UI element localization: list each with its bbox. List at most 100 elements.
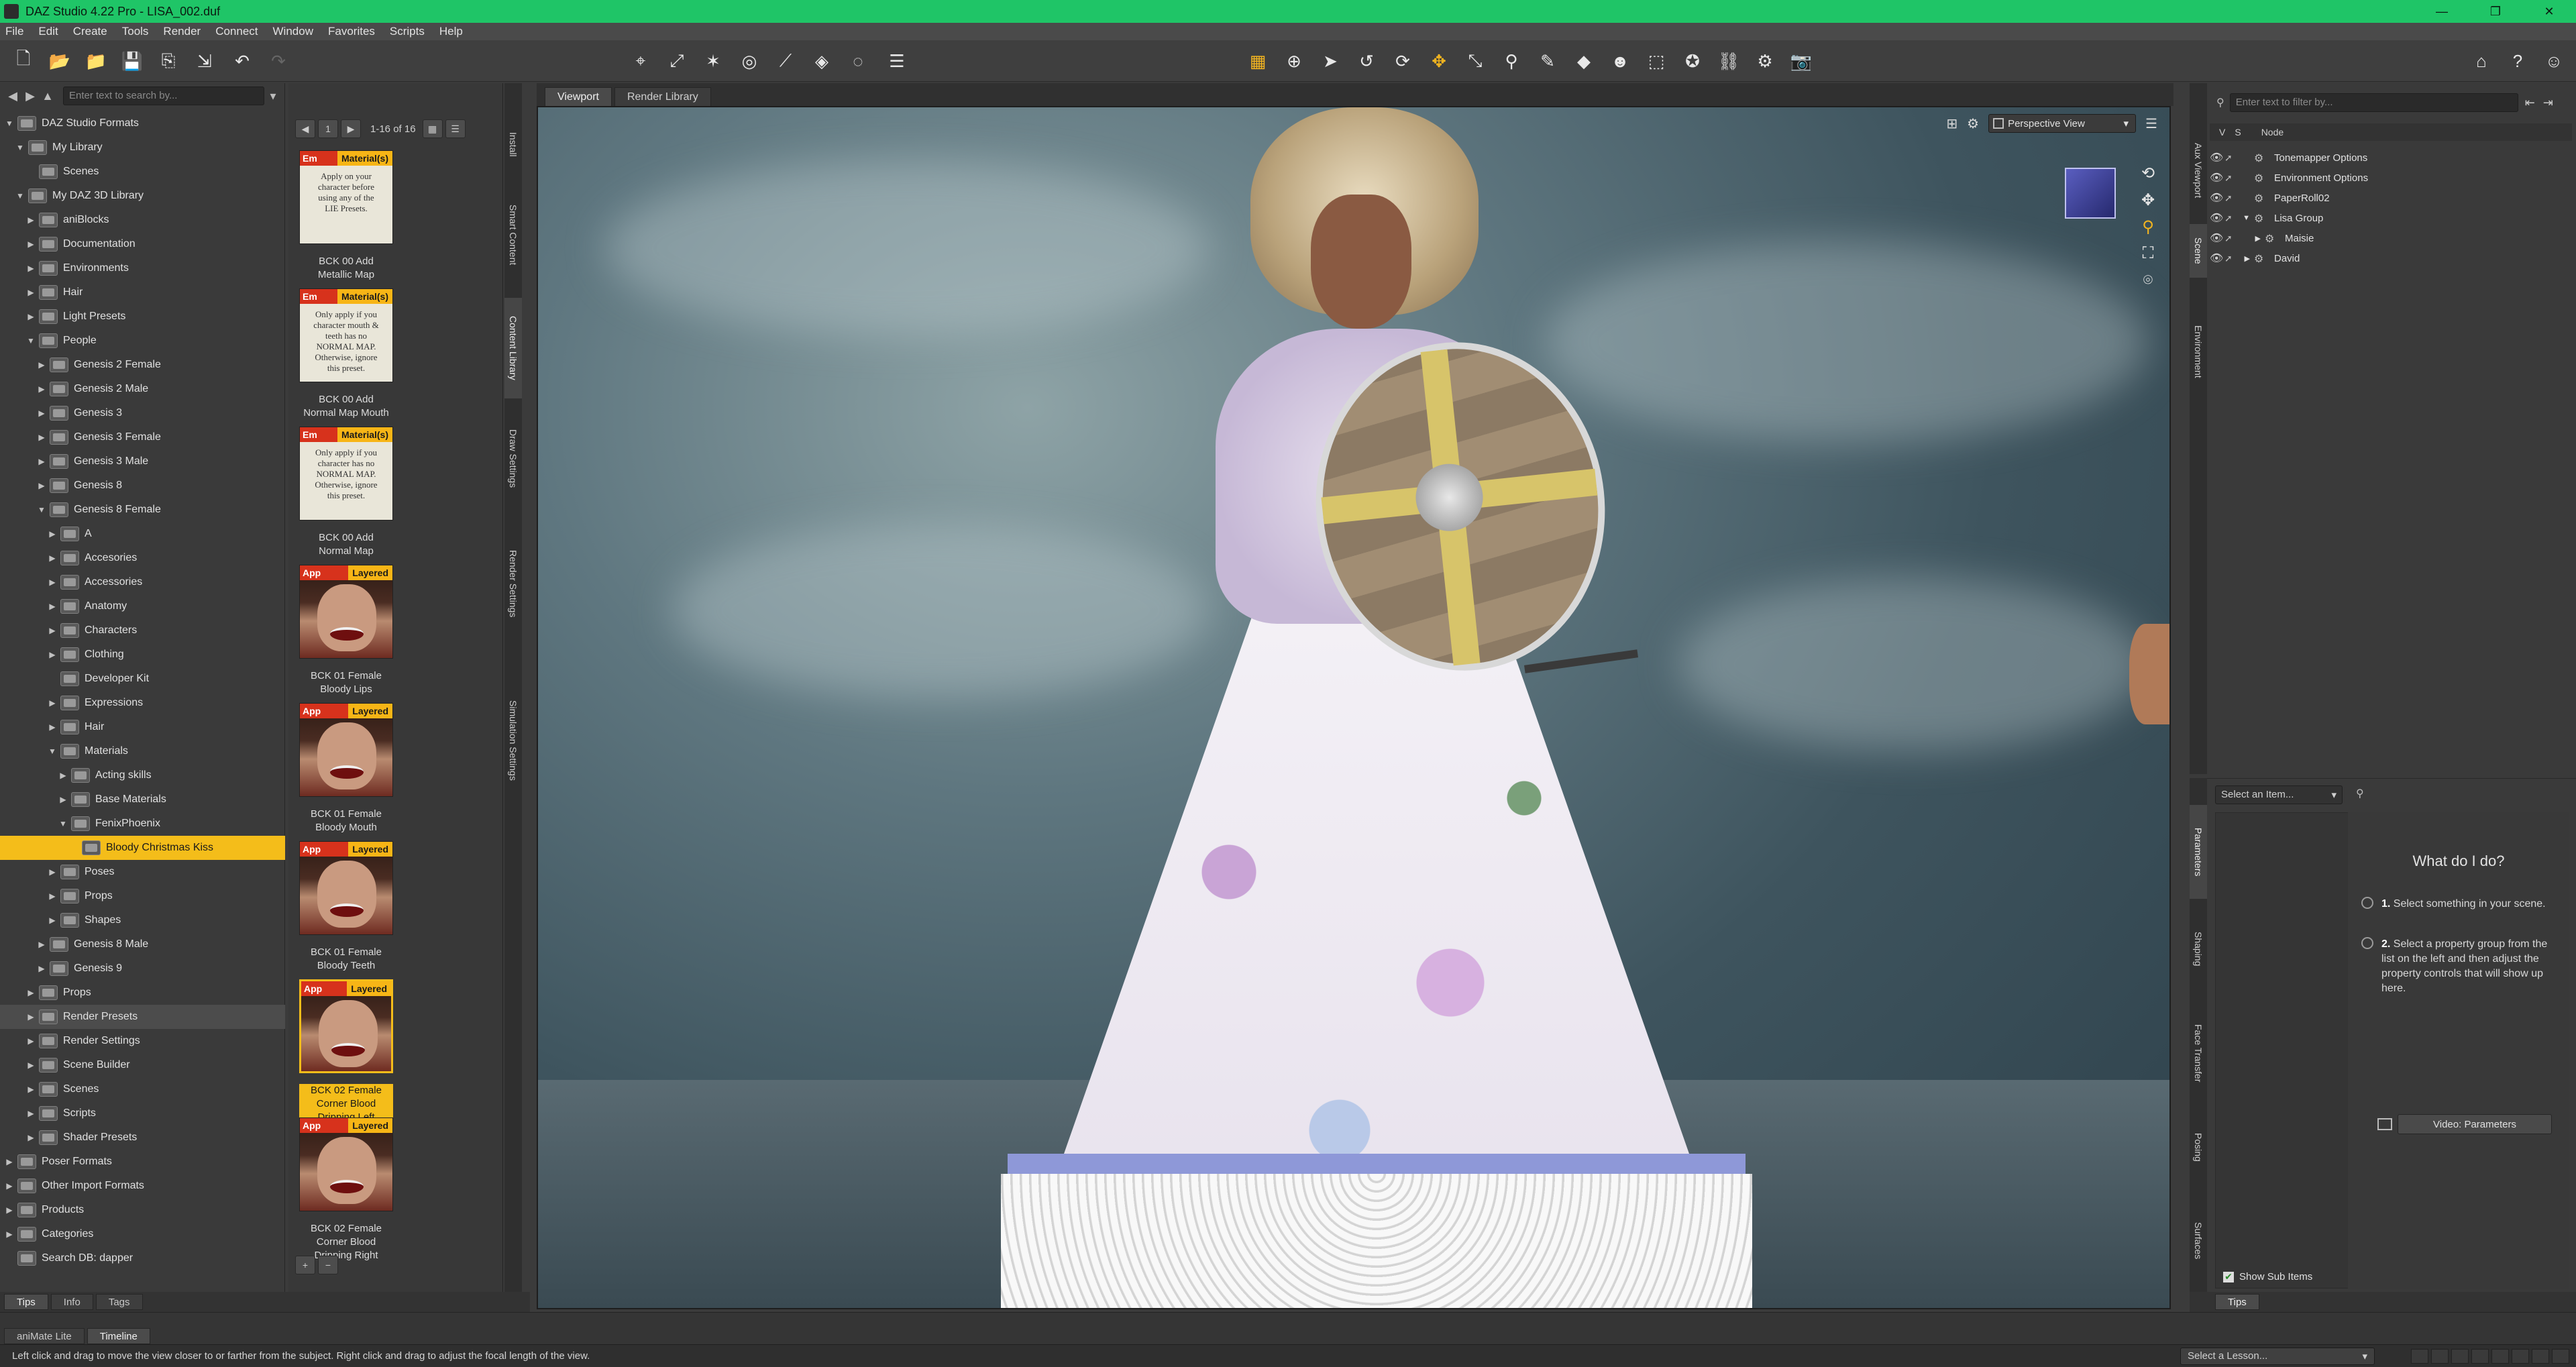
light-tool-icon[interactable]: ✪ bbox=[1681, 50, 1704, 72]
collapsed-arrow-icon[interactable]: ▶ bbox=[2239, 234, 2261, 243]
collapsed-arrow-icon[interactable]: ▶ bbox=[36, 384, 47, 394]
tree-item[interactable]: ▼ Genesis 8 Female bbox=[0, 498, 285, 522]
3d-viewport[interactable]: ⊞ ⚙ Perspective View ▾ ☰ ⟲ ✥ ⚲ ⛶ ⌾ bbox=[537, 106, 2171, 1309]
minimize-button[interactable]: — bbox=[2415, 0, 2469, 23]
figure-tool-icon[interactable]: ⚲ bbox=[1500, 50, 1523, 72]
selectable-arrow-icon[interactable]: ➚ bbox=[2224, 233, 2239, 244]
search-icon[interactable]: ⚲ bbox=[2356, 787, 2364, 800]
collapsed-arrow-icon[interactable]: ▶ bbox=[36, 433, 47, 442]
scale-tool-icon[interactable]: ⤡ bbox=[1464, 50, 1487, 72]
menu-item-create[interactable]: Create bbox=[73, 25, 107, 38]
scene-node[interactable]: 👁 ➚ ⚙ Environment Options bbox=[2210, 168, 2368, 188]
tree-item[interactable]: ▶ Hair bbox=[0, 280, 285, 305]
orbit-camera-icon[interactable]: ⟲ bbox=[2136, 161, 2160, 185]
content-thumbnail[interactable]: App Layered BCK 01 Female Bloody Lips bbox=[299, 565, 393, 696]
lesson-step-button[interactable] bbox=[2512, 1349, 2529, 1364]
collapsed-arrow-icon[interactable]: ▶ bbox=[47, 867, 58, 877]
redo-icon[interactable]: ↷ bbox=[267, 50, 290, 72]
content-thumbnail[interactable]: AppLayeredBCK 02 FemaleCorner BloodDripp… bbox=[299, 979, 393, 1124]
collapsed-arrow-icon[interactable]: ▶ bbox=[25, 988, 36, 997]
expanded-arrow-icon[interactable]: ▼ bbox=[4, 119, 15, 128]
visibility-eye-icon[interactable]: 👁 bbox=[2210, 231, 2224, 245]
tree-item[interactable]: ▶ Props bbox=[0, 884, 285, 908]
spot-render-icon[interactable]: ⤢ bbox=[665, 50, 688, 72]
property-group-list[interactable] bbox=[2215, 812, 2349, 1289]
tree-item[interactable]: ▶ Base Materials bbox=[0, 787, 285, 812]
collapsed-arrow-icon[interactable]: ▶ bbox=[47, 578, 58, 587]
lesson-step-button[interactable] bbox=[2552, 1349, 2569, 1364]
tree-item[interactable]: ▼ People bbox=[0, 329, 285, 353]
collapsed-arrow-icon[interactable]: ▶ bbox=[36, 408, 47, 418]
tree-item[interactable]: ▶ Light Presets bbox=[0, 305, 285, 329]
tree-item[interactable]: ▶ A bbox=[0, 522, 285, 546]
save-icon[interactable]: 💾 bbox=[121, 50, 144, 72]
surface-tool-icon[interactable]: ✎ bbox=[1536, 50, 1559, 72]
tree-item[interactable]: ▶ Clothing bbox=[0, 643, 285, 667]
active-pose-icon[interactable]: ↺ bbox=[1355, 50, 1378, 72]
collapsed-arrow-icon[interactable]: ▶ bbox=[25, 1012, 36, 1022]
perspective-view-dropdown[interactable]: Perspective View ▾ bbox=[1988, 114, 2137, 133]
scene-filter-input[interactable]: Enter text to filter by... bbox=[2229, 93, 2518, 112]
selectable-arrow-icon[interactable]: ➚ bbox=[2224, 152, 2239, 164]
visibility-eye-icon[interactable]: 👁 bbox=[2210, 252, 2224, 265]
link-tool-icon[interactable]: ⛓ bbox=[1717, 50, 1740, 72]
tree-item[interactable]: ▼ My DAZ 3D Library bbox=[0, 184, 285, 208]
render-camera-icon[interactable]: 📷 bbox=[1790, 50, 1813, 72]
tree-item[interactable]: ▶ Genesis 2 Male bbox=[0, 377, 285, 401]
tree-item[interactable]: ▶ Genesis 3 Male bbox=[0, 449, 285, 474]
collapsed-arrow-icon[interactable]: ▶ bbox=[47, 891, 58, 901]
side-tab-simulation-settings[interactable]: Simulation Settings bbox=[504, 653, 522, 828]
tree-item[interactable]: ▶ Expressions bbox=[0, 691, 285, 715]
user-icon[interactable]: ☺ bbox=[2542, 50, 2565, 72]
viewport-menu-icon[interactable]: ☰ bbox=[2145, 115, 2157, 132]
universal-tool-icon[interactable]: ⊕ bbox=[1283, 50, 1305, 72]
tree-item[interactable]: ▶ Hair bbox=[0, 715, 285, 739]
new-file-icon[interactable]: 🗋 bbox=[12, 48, 35, 72]
collapsed-arrow-icon[interactable]: ▶ bbox=[4, 1205, 15, 1215]
content-thumbnail[interactable]: App Layered BCK 01 Female Bloody Teeth bbox=[299, 841, 393, 973]
lesson-step-button[interactable] bbox=[2431, 1349, 2449, 1364]
tab-animate-lite[interactable]: aniMate Lite bbox=[4, 1328, 85, 1344]
tab-timeline[interactable]: Timeline bbox=[87, 1328, 150, 1344]
camera-tool-icon[interactable]: ⬚ bbox=[1645, 50, 1668, 72]
tree-item[interactable]: ▶ Scripts bbox=[0, 1101, 285, 1126]
tree-item[interactable]: ▶ Genesis 8 Male bbox=[0, 932, 285, 956]
side-tab-face-transfer[interactable]: Face Transfer bbox=[2190, 1006, 2207, 1100]
tree-item[interactable]: ▼ My Library bbox=[0, 135, 285, 160]
select-item-dropdown[interactable]: Select an Item... ▾ bbox=[2215, 785, 2343, 804]
tree-item[interactable]: Developer Kit bbox=[0, 667, 285, 691]
selectable-arrow-icon[interactable]: ➚ bbox=[2224, 172, 2239, 184]
collapsed-arrow-icon[interactable]: ▶ bbox=[25, 1085, 36, 1094]
menu-item-file[interactable]: File bbox=[5, 25, 23, 38]
expanded-arrow-icon[interactable]: ▼ bbox=[47, 747, 58, 756]
expanded-arrow-icon[interactable]: ▼ bbox=[15, 191, 25, 201]
list-view-icon[interactable]: ☰ bbox=[445, 119, 466, 138]
menu-item-window[interactable]: Window bbox=[273, 25, 313, 38]
side-tab-smart-content[interactable]: Smart Content bbox=[504, 181, 522, 288]
content-thumbnail[interactable]: Only apply if you character has no NORMAL … bbox=[299, 427, 393, 558]
tree-item[interactable]: ▶ Genesis 9 bbox=[0, 956, 285, 981]
viewport-options-icon[interactable]: ⚙ bbox=[1967, 115, 1979, 132]
collapsed-arrow-icon[interactable]: ▶ bbox=[25, 215, 36, 225]
surface-selection-icon[interactable]: ✶ bbox=[702, 50, 724, 72]
collapsed-arrow-icon[interactable]: ▶ bbox=[47, 553, 58, 563]
scene-node[interactable]: 👁 ➚ ▼ ⚙ Lisa Group bbox=[2210, 208, 2323, 228]
tree-item[interactable]: ▶ Poser Formats bbox=[0, 1150, 285, 1174]
menu-item-edit[interactable]: Edit bbox=[38, 25, 58, 38]
tree-item[interactable]: ▶ Scenes bbox=[0, 1077, 285, 1101]
scene-node[interactable]: 👁 ➚ ▶ ⚙ David bbox=[2210, 248, 2300, 268]
collapsed-arrow-icon[interactable]: ▶ bbox=[36, 964, 47, 973]
tab-info[interactable]: Info bbox=[50, 1294, 93, 1310]
grid-view-icon[interactable]: ▦ bbox=[422, 119, 443, 138]
geometry-editor-icon[interactable]: ◈ bbox=[810, 50, 833, 72]
scene-node[interactable]: 👁 ➚ ▶ ⚙ Maisie bbox=[2210, 228, 2314, 248]
tree-item[interactable]: ▼ Materials bbox=[0, 739, 285, 763]
collapsed-arrow-icon[interactable]: ▶ bbox=[25, 312, 36, 321]
tree-item[interactable]: ▼ DAZ Studio Formats bbox=[0, 111, 285, 135]
scene-back-icon[interactable]: ⇤ bbox=[2525, 96, 2535, 110]
tree-item[interactable]: Bloody Christmas Kiss bbox=[0, 836, 285, 860]
forward-arrow-icon[interactable]: ▶ bbox=[21, 87, 39, 105]
tree-item[interactable]: ▶ Shapes bbox=[0, 908, 285, 932]
visibility-eye-icon[interactable]: 👁 bbox=[2210, 171, 2224, 184]
content-thumbnail[interactable]: Apply on your character before using any o… bbox=[299, 150, 393, 282]
